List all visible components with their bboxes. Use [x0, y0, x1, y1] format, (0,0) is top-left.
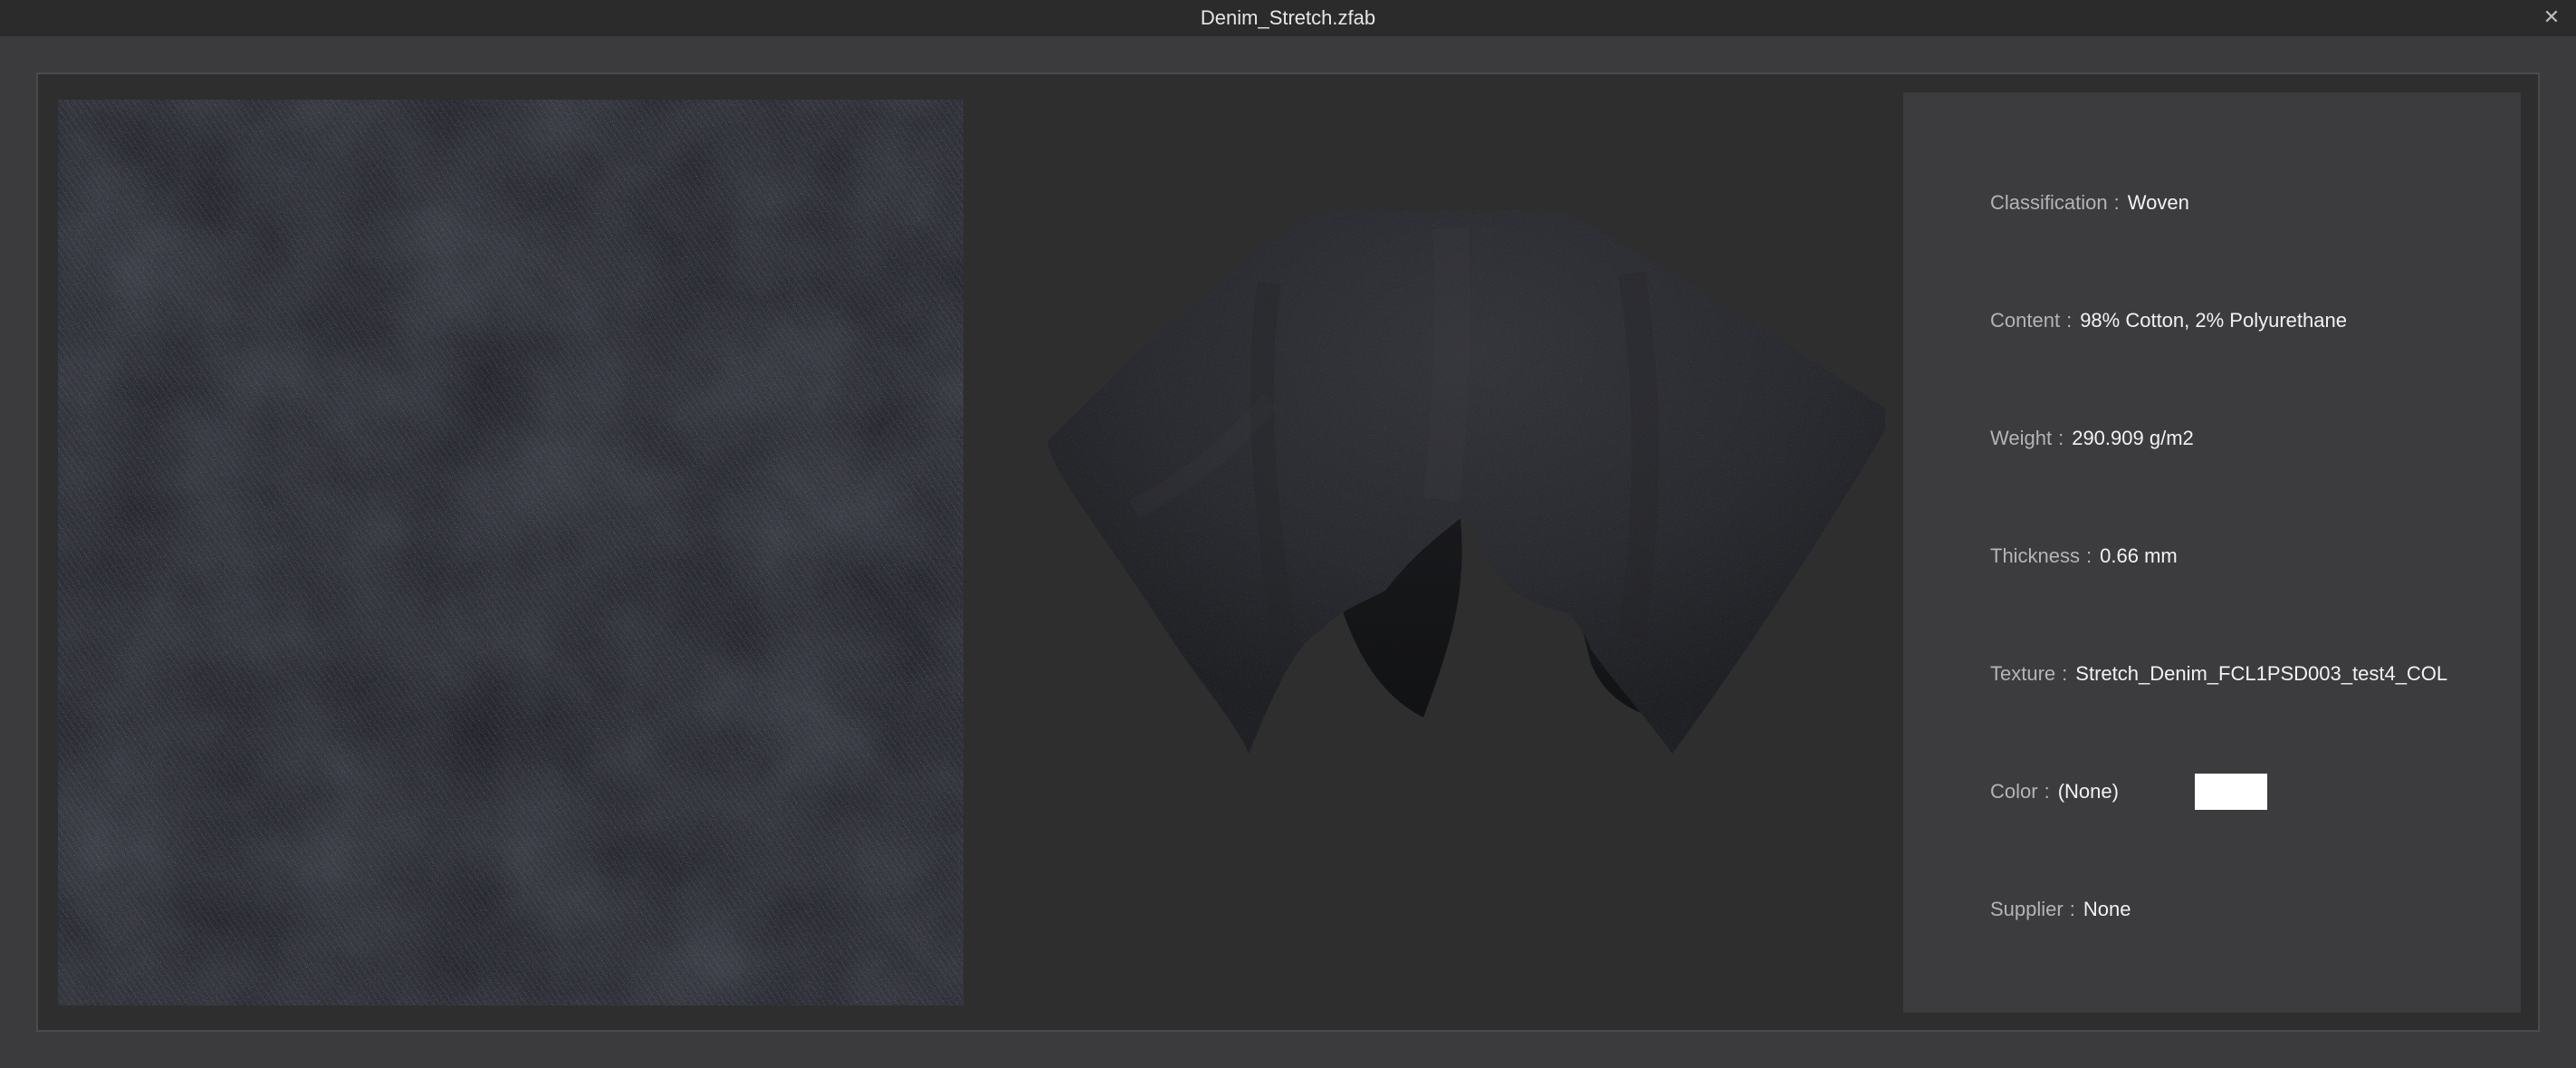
classification-separator: : [2113, 191, 2120, 214]
window-title: Denim_Stretch.zfab [1200, 6, 1376, 29]
content-separator: : [2066, 309, 2073, 332]
info-row-thickness: Thickness : 0.66 mm [1990, 538, 2178, 574]
preview-frame: Classification : Woven Content : 98% Cot… [36, 72, 2540, 1032]
thickness-label: Thickness [1990, 544, 2081, 567]
info-row-texture: Texture : Stretch_Denim_FCL1PSD003_test4… [1990, 656, 2447, 692]
weight-value: 290.909 g/m2 [2072, 427, 2194, 449]
info-row-supplier: Supplier : None [1990, 891, 2131, 928]
texture-value: Stretch_Denim_FCL1PSD003_test4_COL [2075, 662, 2448, 685]
color-separator: : [2044, 780, 2050, 803]
supplier-label: Supplier [1990, 898, 2064, 920]
info-row-classification: Classification : Woven [1990, 185, 2189, 221]
color-value: (None) [2057, 780, 2119, 803]
classification-value: Woven [2127, 191, 2189, 214]
texture-separator: : [2062, 662, 2068, 685]
fabric-texture-swatch [58, 100, 963, 1005]
content-label: Content [1990, 309, 2061, 332]
color-label: Color [1990, 780, 2038, 803]
info-row-weight: Weight : 290.909 g/m2 [1990, 420, 2194, 457]
fabric-drape-3d-view[interactable] [998, 210, 1885, 935]
info-row-color: Color : (None) [1990, 774, 2119, 810]
thickness-separator: : [2086, 544, 2092, 567]
title-bar: Denim_Stretch.zfab ✕ [0, 0, 2576, 36]
info-row-content: Content : 98% Cotton, 2% Polyurethane [1990, 303, 2347, 339]
close-icon[interactable]: ✕ [2540, 5, 2563, 29]
weight-label: Weight [1990, 427, 2053, 449]
color-swatch[interactable] [2195, 774, 2267, 810]
denim-texture-image [58, 100, 963, 1005]
supplier-value: None [2083, 898, 2131, 920]
weight-separator: : [2058, 427, 2064, 449]
supplier-separator: : [2069, 898, 2075, 920]
classification-label: Classification [1990, 191, 2108, 214]
texture-label: Texture [1990, 662, 2056, 685]
content-value: 98% Cotton, 2% Polyurethane [2080, 309, 2347, 332]
thickness-value: 0.66 mm [2100, 544, 2178, 567]
fabric-info-panel: Classification : Woven Content : 98% Cot… [1903, 92, 2521, 1013]
